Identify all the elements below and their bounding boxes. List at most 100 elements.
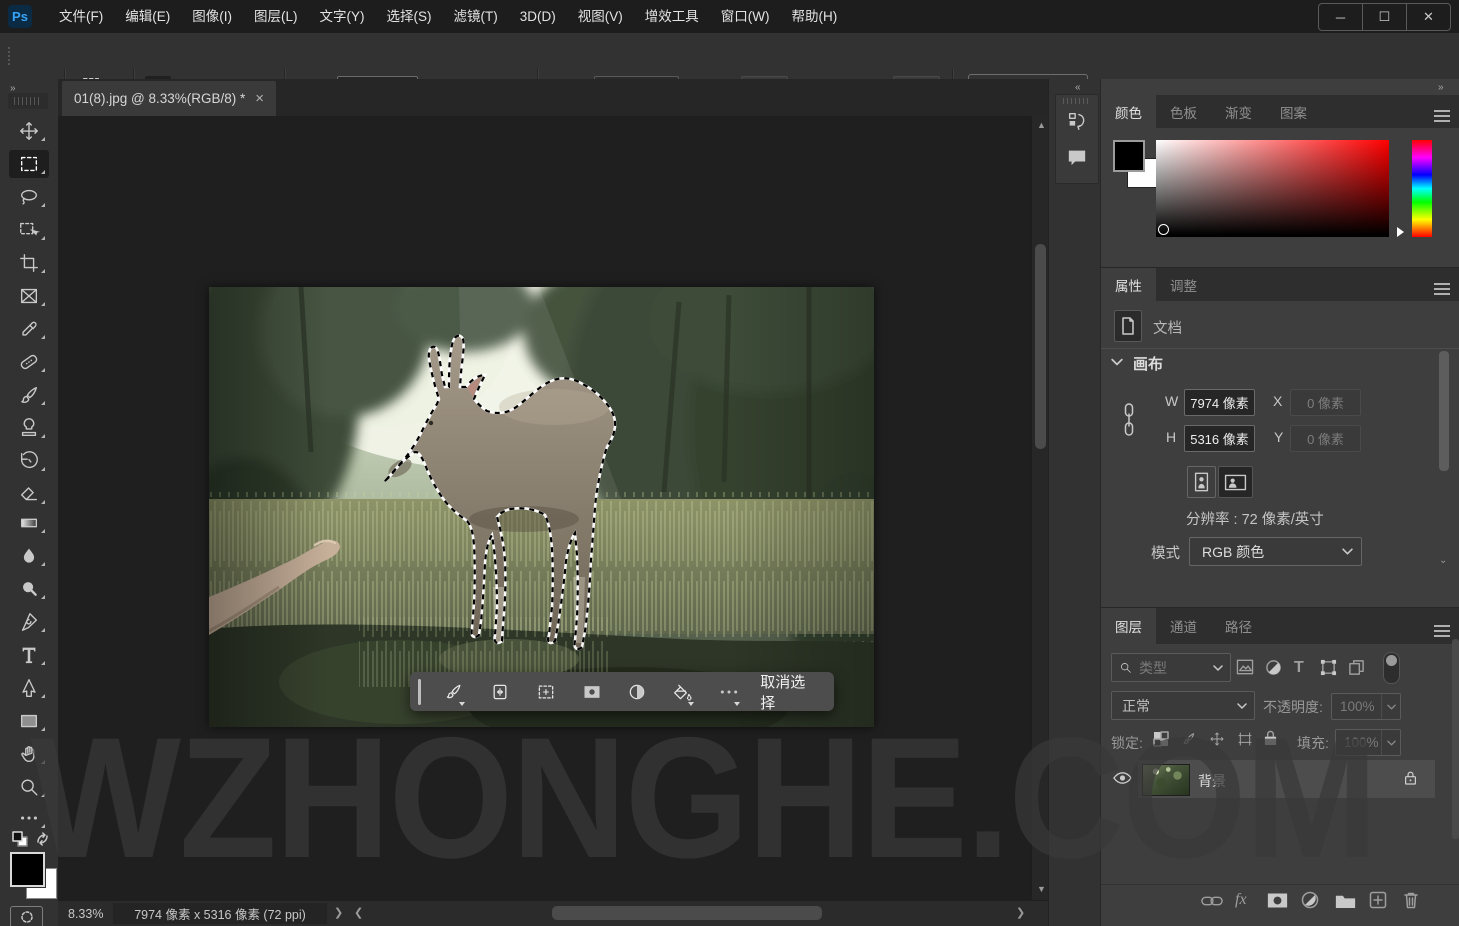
- tab-layers[interactable]: 图层: [1101, 608, 1156, 644]
- color-panel-menu-icon[interactable]: [1434, 107, 1450, 125]
- gradient-tool[interactable]: [9, 509, 49, 537]
- path-selection-tool[interactable]: [9, 674, 49, 702]
- color-field-cursor[interactable]: [1158, 224, 1169, 235]
- more-options-button[interactable]: [712, 677, 746, 707]
- blend-mode-dropdown[interactable]: 正常: [1111, 691, 1255, 720]
- hue-strip[interactable]: [1412, 140, 1432, 237]
- menu-plugins[interactable]: 增效工具: [634, 0, 710, 33]
- hscroll-left-icon[interactable]: ❮: [354, 906, 363, 919]
- lasso-tool[interactable]: [9, 183, 49, 211]
- filter-shape-layers-icon[interactable]: [1320, 659, 1337, 676]
- lock-all-icon[interactable]: [1263, 729, 1278, 746]
- tab-adjustments[interactable]: 调整: [1156, 268, 1211, 301]
- tab-patterns[interactable]: 图案: [1266, 95, 1321, 128]
- canvas-section-chevron-icon[interactable]: [1111, 358, 1123, 366]
- layers-panel-menu-icon[interactable]: [1434, 622, 1450, 640]
- eyedropper-tool[interactable]: [9, 315, 49, 343]
- taskbar-drag-handle[interactable]: [418, 679, 421, 705]
- layers-scrollbar-thumb[interactable]: [1452, 639, 1459, 839]
- move-tool[interactable]: [9, 117, 49, 145]
- tab-channels[interactable]: 通道: [1156, 608, 1211, 644]
- transform-selection-button[interactable]: [529, 677, 563, 707]
- menu-3d[interactable]: 3D(D): [509, 0, 567, 33]
- lock-position-icon[interactable]: [1209, 731, 1225, 747]
- properties-scrollbar-thumb[interactable]: [1439, 351, 1449, 471]
- color-saturation-field[interactable]: [1156, 140, 1389, 237]
- tab-gradients[interactable]: 渐变: [1211, 95, 1266, 128]
- zoom-tool[interactable]: [9, 773, 49, 801]
- default-colors-icon[interactable]: [10, 830, 32, 850]
- create-mask-button[interactable]: [575, 677, 609, 707]
- layer-visibility-eye-icon[interactable]: [1113, 771, 1132, 785]
- link-layers-icon[interactable]: [1201, 894, 1223, 908]
- canvas-vertical-scrollbar[interactable]: ▲ ▼: [1031, 116, 1049, 900]
- layer-style-fx-icon[interactable]: fx: [1235, 891, 1247, 909]
- opacity-dropdown-arrow[interactable]: [1381, 694, 1400, 719]
- clone-stamp-tool[interactable]: [9, 414, 49, 442]
- maximize-button[interactable]: ☐: [1362, 4, 1406, 30]
- close-button[interactable]: ✕: [1406, 4, 1450, 30]
- edit-toolbar-ellipsis[interactable]: [9, 804, 49, 832]
- new-group-folder-icon[interactable]: [1335, 893, 1356, 909]
- canvas-horizontal-scrollbar[interactable]: [370, 903, 1018, 924]
- status-expand-icon[interactable]: ❯: [334, 906, 343, 919]
- filter-type-layers-icon[interactable]: T: [1294, 659, 1304, 677]
- filter-adjustment-layers-icon[interactable]: [1265, 659, 1282, 676]
- properties-panel-menu-icon[interactable]: [1434, 280, 1450, 298]
- hscroll-right-icon[interactable]: ❯: [1016, 906, 1025, 919]
- canvas-pasteboard[interactable]: [58, 116, 1048, 900]
- blur-tool[interactable]: [9, 542, 49, 570]
- history-brush-tool[interactable]: [9, 447, 49, 475]
- color-panel-fg-swatch[interactable]: [1113, 140, 1145, 172]
- brush-tool[interactable]: [9, 381, 49, 409]
- hue-slider-arrow[interactable]: [1397, 227, 1404, 237]
- dodge-tool[interactable]: [9, 575, 49, 603]
- menu-select[interactable]: 选择(S): [376, 0, 443, 33]
- dock-collapse-icon[interactable]: «: [1075, 82, 1081, 93]
- zoom-level-field[interactable]: 8.33%: [68, 907, 103, 921]
- tools-grip[interactable]: [8, 93, 48, 109]
- canvas-section-label[interactable]: 画布: [1133, 353, 1163, 374]
- type-tool[interactable]: [9, 641, 49, 669]
- opacity-field[interactable]: 100%: [1331, 693, 1401, 720]
- tab-paths[interactable]: 路径: [1211, 608, 1266, 644]
- filter-pixel-layers-icon[interactable]: [1236, 659, 1254, 675]
- select-and-mask-brush-button[interactable]: [437, 677, 471, 707]
- delete-layer-trash-icon[interactable]: [1403, 891, 1419, 909]
- layer-filter-type-dropdown[interactable]: 类型: [1111, 653, 1231, 682]
- menu-type[interactable]: 文字(Y): [309, 0, 376, 33]
- layer-filter-toggle[interactable]: [1383, 652, 1400, 684]
- vertical-scroll-thumb[interactable]: [1035, 244, 1046, 449]
- canvas-width-input[interactable]: 7974 像素: [1184, 389, 1255, 416]
- portrait-orientation-button[interactable]: [1187, 466, 1216, 498]
- color-mode-dropdown[interactable]: RGB 颜色: [1189, 537, 1362, 566]
- new-adjustment-layer-icon[interactable]: [1301, 891, 1319, 909]
- pen-tool[interactable]: [9, 608, 49, 636]
- panels-collapse-icon[interactable]: »: [1438, 82, 1444, 93]
- layer-name[interactable]: 背景: [1198, 771, 1226, 791]
- document-tab[interactable]: 01(8).jpg @ 8.33%(RGB/8) * ×: [62, 81, 276, 116]
- minimize-button[interactable]: ─: [1319, 4, 1362, 30]
- scroll-down-icon[interactable]: ▼: [1037, 884, 1046, 894]
- landscape-orientation-button[interactable]: [1218, 466, 1253, 498]
- menu-help[interactable]: 帮助(H): [780, 0, 848, 33]
- fill-dropdown-arrow[interactable]: [1381, 730, 1400, 755]
- eraser-tool[interactable]: [9, 480, 49, 508]
- object-selection-tool[interactable]: [9, 216, 49, 244]
- frame-tool[interactable]: [9, 282, 49, 310]
- layer-lock-icon[interactable]: [1404, 770, 1417, 785]
- modify-selection-button[interactable]: [483, 677, 517, 707]
- crop-tool[interactable]: [9, 249, 49, 277]
- tab-color[interactable]: 颜色: [1101, 95, 1156, 128]
- menu-view[interactable]: 视图(V): [567, 0, 634, 33]
- menu-filter[interactable]: 滤镜(T): [443, 0, 509, 33]
- menu-window[interactable]: 窗口(W): [710, 0, 781, 33]
- rectangular-marquee-tool[interactable]: [9, 150, 49, 178]
- menu-layer[interactable]: 图层(L): [243, 0, 309, 33]
- menu-edit[interactable]: 编辑(E): [114, 0, 181, 33]
- link-dimensions-icon[interactable]: [1121, 401, 1137, 439]
- version-history-icon[interactable]: [1066, 109, 1088, 133]
- canvas-height-input[interactable]: 5316 像素: [1184, 425, 1255, 452]
- lock-image-pixels-icon[interactable]: [1181, 731, 1197, 747]
- spot-healing-brush-tool[interactable]: [9, 348, 49, 376]
